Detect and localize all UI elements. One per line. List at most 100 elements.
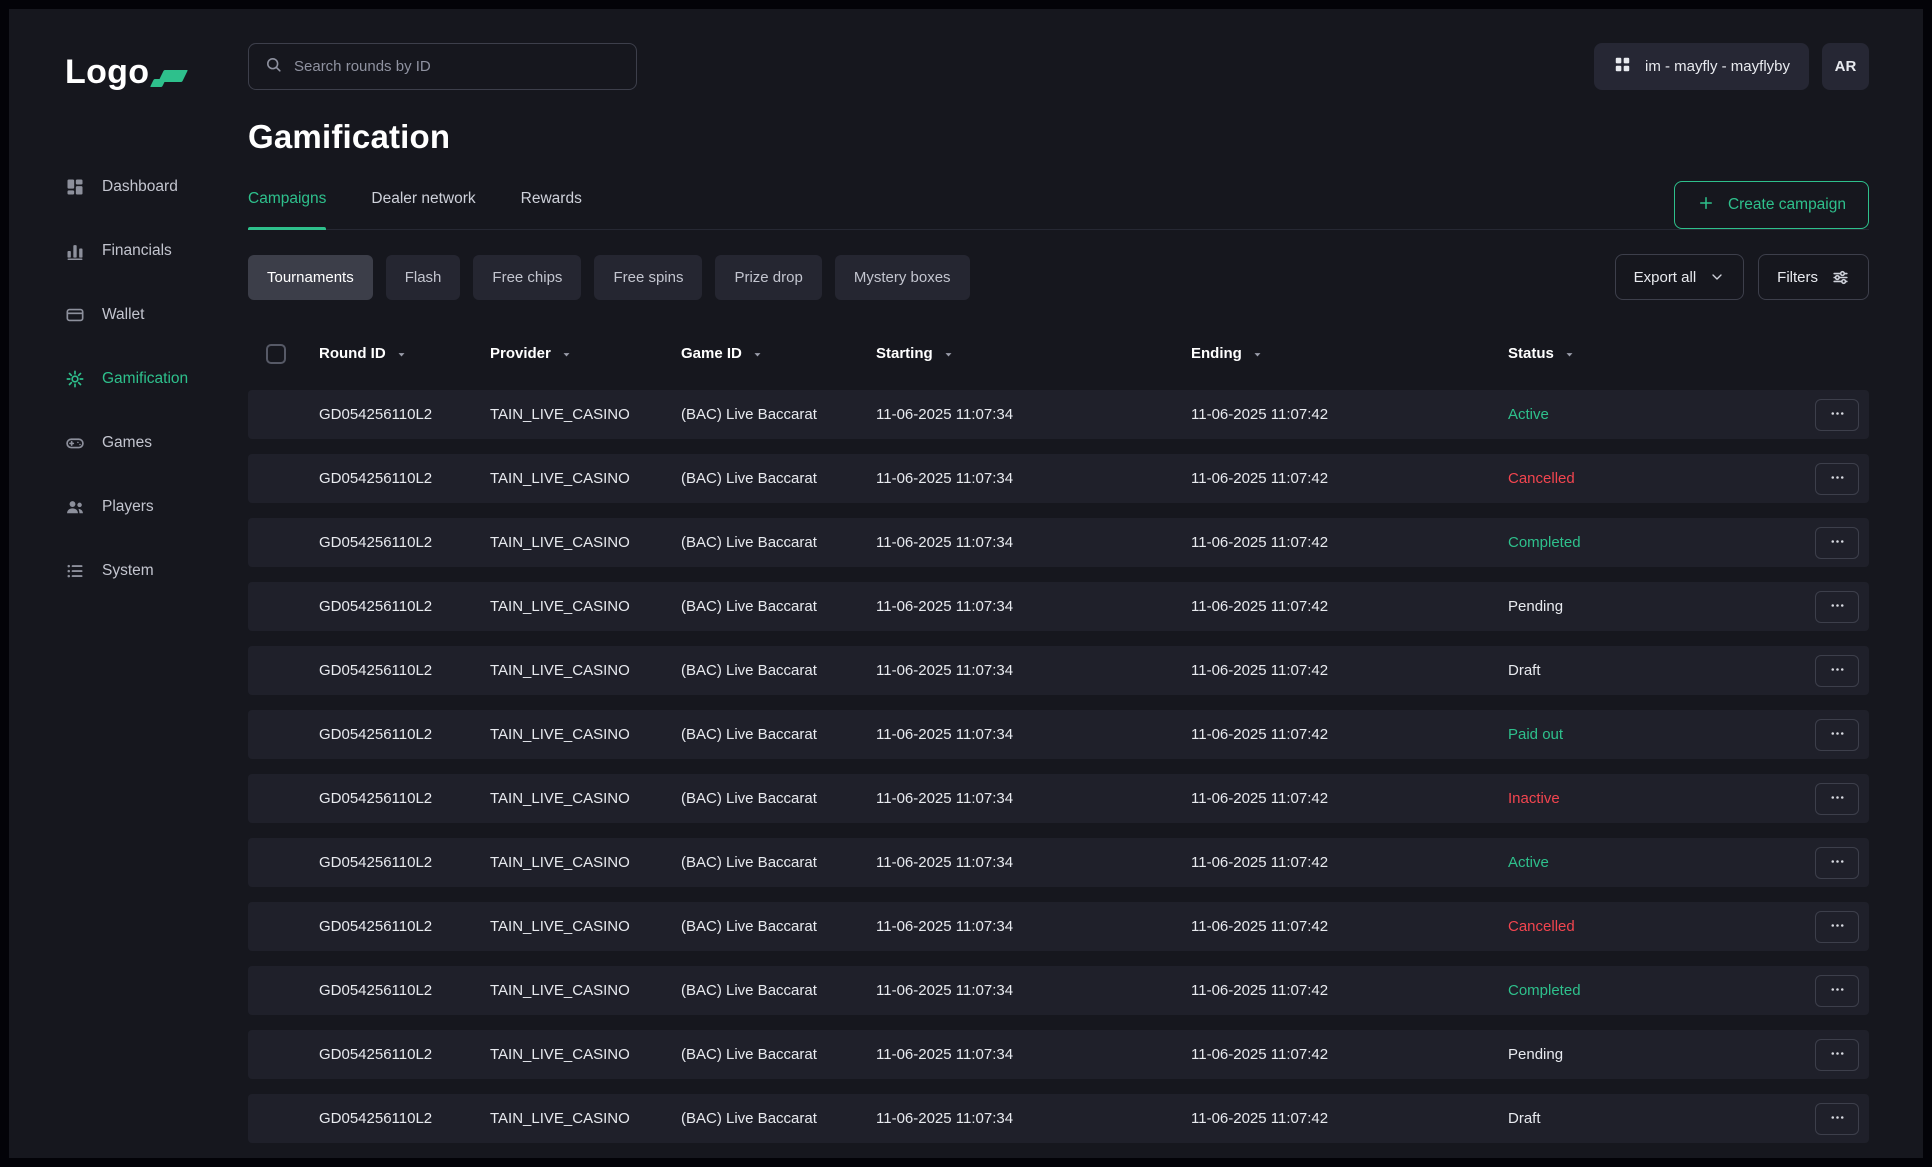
status-label: Active (1508, 406, 1809, 423)
column-header-label: Provider (490, 345, 551, 362)
logo: Logo (65, 45, 248, 89)
column-header-status[interactable]: Status (1508, 345, 1809, 362)
caret-down-icon (395, 348, 408, 361)
tab-campaigns[interactable]: Campaigns (248, 181, 326, 229)
main-content: im - mayfly - mayflyby AR Gamification C… (248, 9, 1923, 1158)
cell-starting: 11-06-2025 11:07:34 (876, 406, 1191, 423)
cell-starting: 11-06-2025 11:07:34 (876, 662, 1191, 679)
table-row: GD054256110L2 TAIN_LIVE_CASINO (BAC) Liv… (248, 902, 1869, 951)
cell-game-id: (BAC) Live Baccarat (681, 982, 876, 999)
column-header-ending[interactable]: Ending (1191, 345, 1508, 362)
filter-chip-prize-drop[interactable]: Prize drop (715, 255, 821, 300)
row-actions-button[interactable] (1815, 399, 1859, 431)
cell-provider: TAIN_LIVE_CASINO (490, 918, 681, 935)
avatar[interactable]: AR (1822, 43, 1869, 90)
filter-chip-tournaments[interactable]: Tournaments (248, 255, 373, 300)
table-body: GD054256110L2 TAIN_LIVE_CASINO (BAC) Liv… (248, 390, 1869, 1143)
gamification-icon (65, 369, 85, 389)
financials-icon (65, 241, 85, 261)
sidebar-item-players[interactable]: Players (65, 495, 248, 519)
caret-down-icon (1563, 348, 1576, 361)
players-icon (65, 497, 85, 517)
create-campaign-button[interactable]: Create campaign (1674, 181, 1869, 229)
row-actions-button[interactable] (1815, 591, 1859, 623)
row-actions-button[interactable] (1815, 975, 1859, 1007)
wallet-icon (65, 305, 85, 325)
table-row: GD054256110L2 TAIN_LIVE_CASINO (BAC) Liv… (248, 710, 1869, 759)
column-header-starting[interactable]: Starting (876, 345, 1191, 362)
column-header-round-id[interactable]: Round ID (319, 345, 490, 362)
cell-ending: 11-06-2025 11:07:42 (1191, 982, 1508, 999)
cell-ending: 11-06-2025 11:07:42 (1191, 406, 1508, 423)
search-input[interactable] (294, 58, 621, 75)
cell-ending: 11-06-2025 11:07:42 (1191, 1110, 1508, 1127)
filter-chip-flash[interactable]: Flash (386, 255, 461, 300)
sidebar-item-games[interactable]: Games (65, 431, 248, 455)
app-window: Logo Dashboard Financials Wallet Ga (9, 9, 1923, 1158)
filters-button[interactable]: Filters (1758, 254, 1869, 300)
kebab-icon (1828, 852, 1847, 874)
select-all-checkbox[interactable] (266, 344, 286, 364)
column-header-provider[interactable]: Provider (490, 345, 681, 362)
row-actions-button[interactable] (1815, 1039, 1859, 1071)
row-actions-button[interactable] (1815, 1103, 1859, 1135)
filter-chip-free-chips[interactable]: Free chips (473, 255, 581, 300)
cell-starting: 11-06-2025 11:07:34 (876, 1110, 1191, 1127)
cell-provider: TAIN_LIVE_CASINO (490, 726, 681, 743)
workspace-label: im - mayfly - mayflyby (1645, 58, 1790, 75)
screenshot-frame: Logo Dashboard Financials Wallet Ga (0, 0, 1932, 1167)
row-actions-cell (1809, 847, 1869, 879)
column-header-label: Starting (876, 345, 933, 362)
kebab-icon (1828, 916, 1847, 938)
row-actions-button[interactable] (1815, 783, 1859, 815)
row-actions-button[interactable] (1815, 655, 1859, 687)
table-row: GD054256110L2 TAIN_LIVE_CASINO (BAC) Liv… (248, 838, 1869, 887)
row-actions-button[interactable] (1815, 527, 1859, 559)
column-header-game-id[interactable]: Game ID (681, 345, 876, 362)
row-actions-cell (1809, 719, 1869, 751)
cell-round-id: GD054256110L2 (319, 1110, 490, 1127)
row-actions-cell (1809, 655, 1869, 687)
sidebar-item-financials[interactable]: Financials (65, 239, 248, 263)
cell-starting: 11-06-2025 11:07:34 (876, 982, 1191, 999)
sidebar-item-label: Gamification (102, 370, 188, 388)
export-all-button[interactable]: Export all (1615, 254, 1745, 300)
table-row: GD054256110L2 TAIN_LIVE_CASINO (BAC) Liv… (248, 390, 1869, 439)
filter-chip-free-spins[interactable]: Free spins (594, 255, 702, 300)
sidebar-item-label: Wallet (102, 306, 145, 324)
kebab-icon (1828, 980, 1847, 1002)
export-all-label: Export all (1634, 269, 1697, 286)
cell-game-id: (BAC) Live Baccarat (681, 598, 876, 615)
sidebar-item-gamification[interactable]: Gamification (65, 367, 248, 391)
row-actions-cell (1809, 1039, 1869, 1071)
workspace-switcher-button[interactable]: im - mayfly - mayflyby (1594, 43, 1809, 90)
sidebar-item-dashboard[interactable]: Dashboard (65, 175, 248, 199)
cell-round-id: GD054256110L2 (319, 662, 490, 679)
row-actions-cell (1809, 783, 1869, 815)
filter-chip-mystery-boxes[interactable]: Mystery boxes (835, 255, 970, 300)
tabs-row: Campaigns Dealer network Rewards Create … (248, 181, 1869, 230)
sidebar-item-wallet[interactable]: Wallet (65, 303, 248, 327)
status-label: Inactive (1508, 790, 1809, 807)
kebab-icon (1828, 724, 1847, 746)
row-actions-button[interactable] (1815, 463, 1859, 495)
row-actions-button[interactable] (1815, 719, 1859, 751)
status-label: Pending (1508, 598, 1809, 615)
cell-round-id: GD054256110L2 (319, 1046, 490, 1063)
row-actions-button[interactable] (1815, 847, 1859, 879)
cell-ending: 11-06-2025 11:07:42 (1191, 1046, 1508, 1063)
kebab-icon (1828, 596, 1847, 618)
status-label: Cancelled (1508, 470, 1809, 487)
tab-dealer-network[interactable]: Dealer network (371, 181, 475, 229)
row-actions-cell (1809, 463, 1869, 495)
cell-starting: 11-06-2025 11:07:34 (876, 790, 1191, 807)
table-row: GD054256110L2 TAIN_LIVE_CASINO (BAC) Liv… (248, 582, 1869, 631)
cell-starting: 11-06-2025 11:07:34 (876, 598, 1191, 615)
table-row: GD054256110L2 TAIN_LIVE_CASINO (BAC) Liv… (248, 646, 1869, 695)
tab-label: Dealer network (371, 190, 475, 207)
row-actions-button[interactable] (1815, 911, 1859, 943)
row-actions-cell (1809, 1103, 1869, 1135)
create-campaign-label: Create campaign (1728, 196, 1846, 214)
sidebar-item-system[interactable]: System (65, 559, 248, 583)
tab-rewards[interactable]: Rewards (521, 181, 582, 229)
